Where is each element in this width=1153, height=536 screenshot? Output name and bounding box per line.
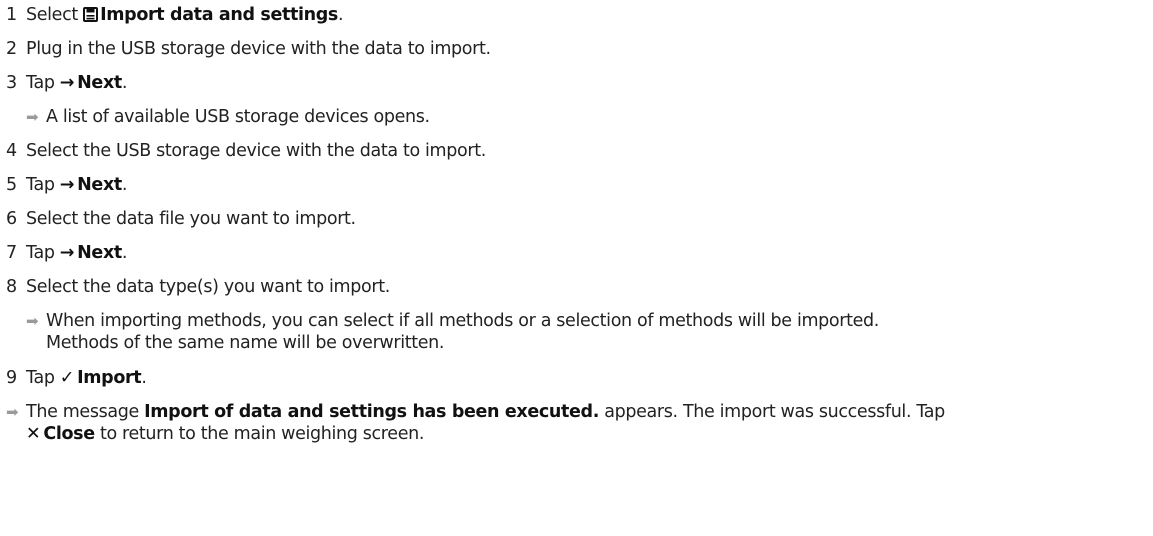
close-label: Close	[43, 424, 95, 444]
step-text: Tap	[26, 73, 55, 93]
step-5: 5 Tap → Next.	[6, 175, 128, 195]
step-label: Import data and settings	[100, 5, 338, 25]
right-arrow-icon: →	[59, 175, 75, 195]
step-number: 3	[6, 73, 17, 93]
step-label: Import	[77, 368, 142, 388]
step-number: 6	[6, 209, 17, 229]
step-9: 9 Tap ✓ Import.	[6, 368, 147, 388]
final-result: ➡ The message Import of data and setting…	[6, 402, 945, 444]
step-number: 2	[6, 39, 17, 59]
step-2: 2 Plug in the USB storage device with th…	[6, 38, 1153, 72]
step-4: 4 Select the USB storage device with the…	[6, 140, 1153, 174]
save-disk-icon	[83, 7, 99, 22]
step-number: 5	[6, 175, 17, 195]
result-arrow-icon: ➡	[6, 403, 19, 421]
step-number: 4	[6, 141, 17, 161]
step-6: 6 Select the data file you want to impor…	[6, 208, 1153, 242]
step-result: ➡ When importing methods, you can select…	[6, 310, 1153, 367]
right-arrow-icon: →	[59, 73, 75, 93]
step-1: 1 Select Import data and settings.	[6, 5, 344, 25]
step-text: Tap	[26, 368, 55, 388]
result-arrow-icon: ➡	[26, 108, 39, 126]
step-result: ➡ A list of available USB storage device…	[6, 106, 1153, 140]
right-arrow-icon: →	[59, 243, 75, 263]
result-arrow-icon: ➡	[26, 312, 39, 330]
result-text: A list of available USB storage devices …	[46, 107, 430, 127]
instruction-list: 1 Select Import data and settings. 2 Plu…	[0, 0, 1153, 536]
check-icon: ✓	[59, 368, 75, 388]
x-close-icon: ✕	[26, 424, 41, 444]
step-text: Plug in the USB storage device with the …	[26, 39, 491, 59]
result-text-line-1: When importing methods, you can select i…	[46, 311, 880, 331]
step-label: Next	[77, 243, 122, 263]
step-number: 9	[6, 368, 17, 388]
step-8: 8 Select the data type(s) you want to im…	[6, 276, 1153, 310]
step-text: Select	[26, 5, 78, 25]
step-text: Select the data file you want to import.	[26, 209, 356, 229]
step-text: Select the data type(s) you want to impo…	[26, 277, 390, 297]
step-text: Select the USB storage device with the d…	[26, 141, 486, 161]
step-7: 7 Tap → Next.	[6, 243, 128, 263]
step-text: Tap	[26, 175, 55, 195]
result-text-line-2: Methods of the same name will be overwri…	[46, 333, 445, 353]
step-label: Next	[77, 175, 122, 195]
step-number: 8	[6, 277, 17, 297]
step-number: 1	[6, 5, 17, 25]
step-text: Tap	[26, 243, 55, 263]
message-text: Import of data and settings has been exe…	[144, 402, 600, 422]
step-label: Next	[77, 73, 122, 93]
step-3: 3 Tap → Next.	[6, 73, 128, 93]
step-number: 7	[6, 243, 17, 263]
